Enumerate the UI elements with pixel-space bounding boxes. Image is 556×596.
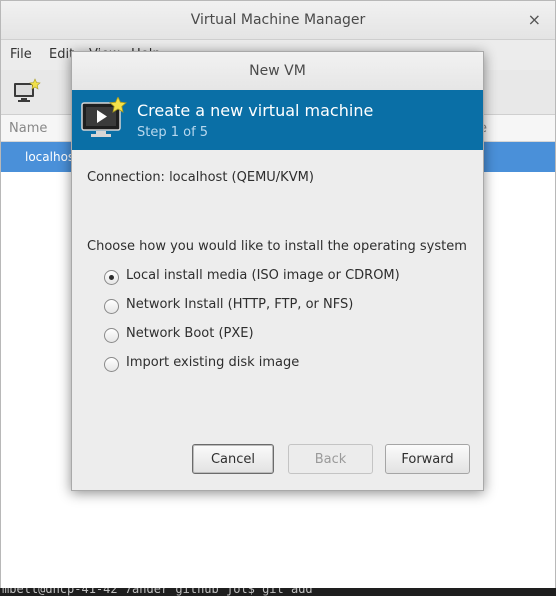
new-vm-icon xyxy=(80,96,128,141)
main-window-title: Virtual Machine Manager xyxy=(190,12,366,28)
radio-network-boot[interactable] xyxy=(104,328,119,343)
column-name-header[interactable]: Name xyxy=(9,121,47,136)
option-network-install[interactable]: Network Install (HTTP, FTP, or NFS) xyxy=(104,296,464,318)
terminal-text: mbell@dhcp-41-42 7ander github jol$ git … xyxy=(2,588,313,596)
connection-label: Connection: localhost (QEMU/KVM) xyxy=(87,170,314,185)
back-button[interactable]: Back xyxy=(288,444,373,474)
new-vm-dialog: New VM Create a new virtual machine Step… xyxy=(71,51,484,491)
option-local-install-media[interactable]: Local install media (ISO image or CDROM) xyxy=(104,267,464,289)
radio-network-install[interactable] xyxy=(104,299,119,314)
wizard-banner: Create a new virtual machine Step 1 of 5 xyxy=(72,90,483,150)
install-method-prompt: Choose how you would like to install the… xyxy=(87,239,467,254)
dialog-titlebar: New VM xyxy=(72,52,483,91)
close-icon[interactable]: × xyxy=(528,10,541,29)
wizard-title: Create a new virtual machine xyxy=(137,101,374,120)
forward-button[interactable]: Forward xyxy=(385,444,470,474)
monitor-star-icon xyxy=(14,78,41,102)
radio-local-install[interactable] xyxy=(104,270,119,285)
new-vm-toolbar-button[interactable] xyxy=(11,78,41,106)
option-label: Import existing disk image xyxy=(126,355,300,370)
option-label: Network Boot (PXE) xyxy=(126,326,254,341)
background-terminal: mbell@dhcp-41-42 7ander github jol$ git … xyxy=(0,588,556,596)
dialog-title: New VM xyxy=(249,63,306,79)
option-network-boot[interactable]: Network Boot (PXE) xyxy=(104,325,464,347)
cancel-button[interactable]: Cancel xyxy=(192,444,274,474)
radio-import-disk[interactable] xyxy=(104,357,119,372)
main-titlebar: Virtual Machine Manager × xyxy=(1,1,555,40)
wizard-step: Step 1 of 5 xyxy=(137,125,209,140)
option-import-disk-image[interactable]: Import existing disk image xyxy=(104,354,464,376)
radio-selected-dot xyxy=(109,275,114,280)
option-label: Network Install (HTTP, FTP, or NFS) xyxy=(126,297,354,312)
option-label: Local install media (ISO image or CDROM) xyxy=(126,268,400,283)
menu-file[interactable]: File xyxy=(10,47,32,62)
